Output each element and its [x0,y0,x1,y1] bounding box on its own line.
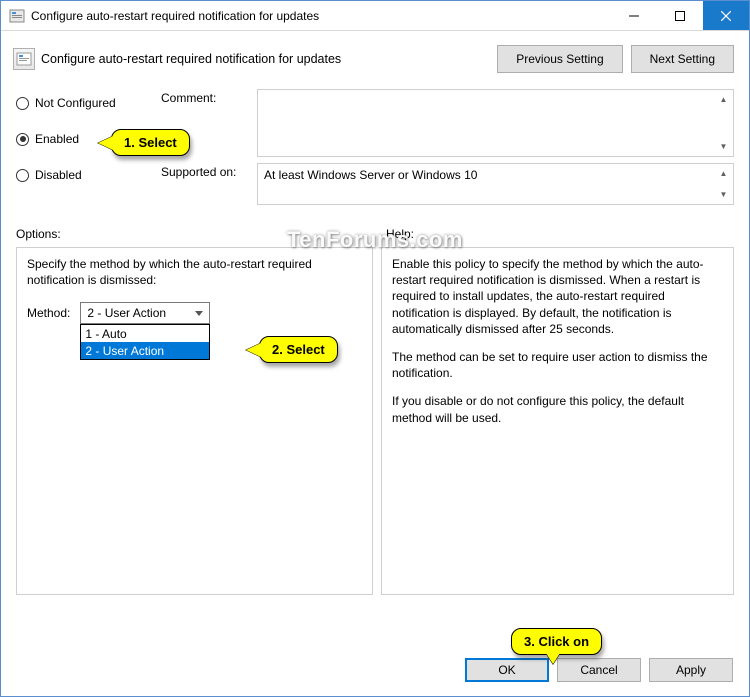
radio-icon [16,133,29,146]
ok-button[interactable]: OK [465,658,549,682]
method-dropdown[interactable]: 2 - User Action 1 - Auto 2 - User Action [80,302,210,324]
method-option-auto[interactable]: 1 - Auto [81,325,209,342]
radio-icon [16,169,29,182]
help-para-1: Enable this policy to specify the method… [392,256,723,337]
supported-label: Supported on: [161,163,257,179]
next-setting-button[interactable]: Next Setting [631,45,734,73]
policy-title: Configure auto-restart required notifica… [41,52,489,66]
supported-on-box: At least Windows Server or Windows 10 ▲▼ [257,163,734,205]
cancel-button[interactable]: Cancel [557,658,641,682]
options-pane: Specify the method by which the auto-res… [16,247,373,595]
options-description: Specify the method by which the auto-res… [27,256,362,288]
options-label: Options: [16,227,386,241]
comment-textarea[interactable]: ▲▼ [257,89,734,157]
radio-label: Disabled [35,168,82,182]
panes: Specify the method by which the auto-res… [1,245,749,595]
previous-setting-button[interactable]: Previous Setting [497,45,622,73]
policy-icon [13,48,35,70]
radio-not-configured[interactable]: Not Configured [16,93,161,113]
help-text: Enable this policy to specify the method… [392,256,723,426]
close-button[interactable] [703,1,749,30]
window-title: Configure auto-restart required notifica… [31,9,611,23]
scrollbar[interactable]: ▲▼ [715,91,732,155]
help-pane: Enable this policy to specify the method… [381,247,734,595]
method-dropdown-list: 1 - Auto 2 - User Action [80,324,210,360]
supported-on-text: At least Windows Server or Windows 10 [264,168,477,182]
method-label: Method: [27,306,70,320]
window-controls [611,1,749,30]
comment-label: Comment: [161,89,257,105]
minimize-button[interactable] [611,1,657,30]
help-label: Help: [386,227,414,241]
dialog-buttons: OK Cancel Apply [465,658,733,682]
method-option-user-action[interactable]: 2 - User Action [81,342,209,359]
annotation-callout-3: 3. Click on [511,628,602,655]
form-column: Comment: ▲▼ Supported on: At least Windo… [161,89,734,211]
help-para-2: The method can be set to require user ac… [392,349,723,381]
header-row: Configure auto-restart required notifica… [1,31,749,79]
radio-icon [16,97,29,110]
apply-button[interactable]: Apply [649,658,733,682]
maximize-button[interactable] [657,1,703,30]
help-para-3: If you disable or do not configure this … [392,393,723,425]
radio-disabled[interactable]: Disabled [16,165,161,185]
app-icon [9,8,25,24]
method-selected[interactable]: 2 - User Action [80,302,210,324]
annotation-callout-1: 1. Select [111,129,190,156]
section-labels: Options: Help: [1,211,749,245]
radio-label: Enabled [35,132,79,146]
titlebar: Configure auto-restart required notifica… [1,1,749,31]
method-row: Method: 2 - User Action 1 - Auto 2 - Use… [27,302,362,324]
radio-label: Not Configured [35,96,116,110]
annotation-callout-2: 2. Select [259,336,338,363]
scrollbar[interactable]: ▲▼ [715,165,732,203]
